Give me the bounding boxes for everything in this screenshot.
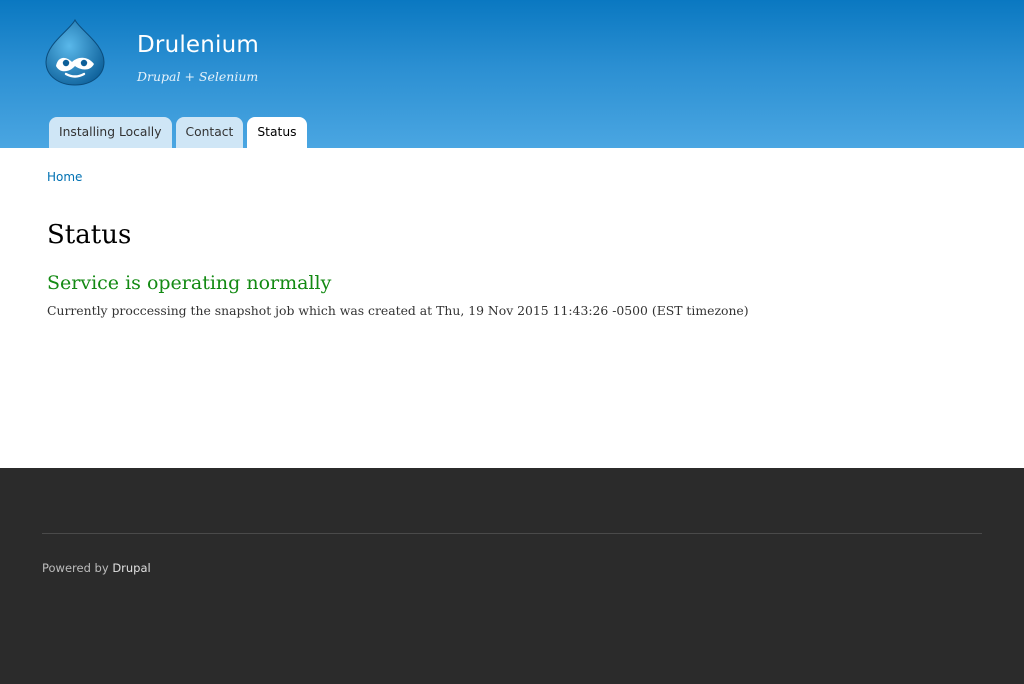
page-title: Status [47,220,132,250]
status-text: Currently proccessing the snapshot job w… [47,303,749,318]
footer-credit: Powered by Drupal [42,561,151,575]
site-header: Drulenium Drupal + Selenium Installing L… [0,0,1024,148]
site-slogan: Drupal + Selenium [137,69,259,84]
main-menu: Installing Locally Contact Status [49,117,307,148]
footer-powered-by: Powered by [42,561,109,575]
breadcrumb-home-link[interactable]: Home [47,170,82,184]
main-content: Home Status Service is operating normall… [0,148,1024,468]
tab-contact[interactable]: Contact [175,117,244,148]
footer-drupal-link[interactable]: Drupal [112,561,150,575]
drupal-drop-icon[interactable] [44,18,106,86]
status-heading: Service is operating normally [47,272,332,294]
tab-status[interactable]: Status [247,117,307,148]
site-name[interactable]: Drulenium [137,32,259,58]
tab-installing-locally[interactable]: Installing Locally [49,117,172,148]
footer-divider [42,533,982,534]
